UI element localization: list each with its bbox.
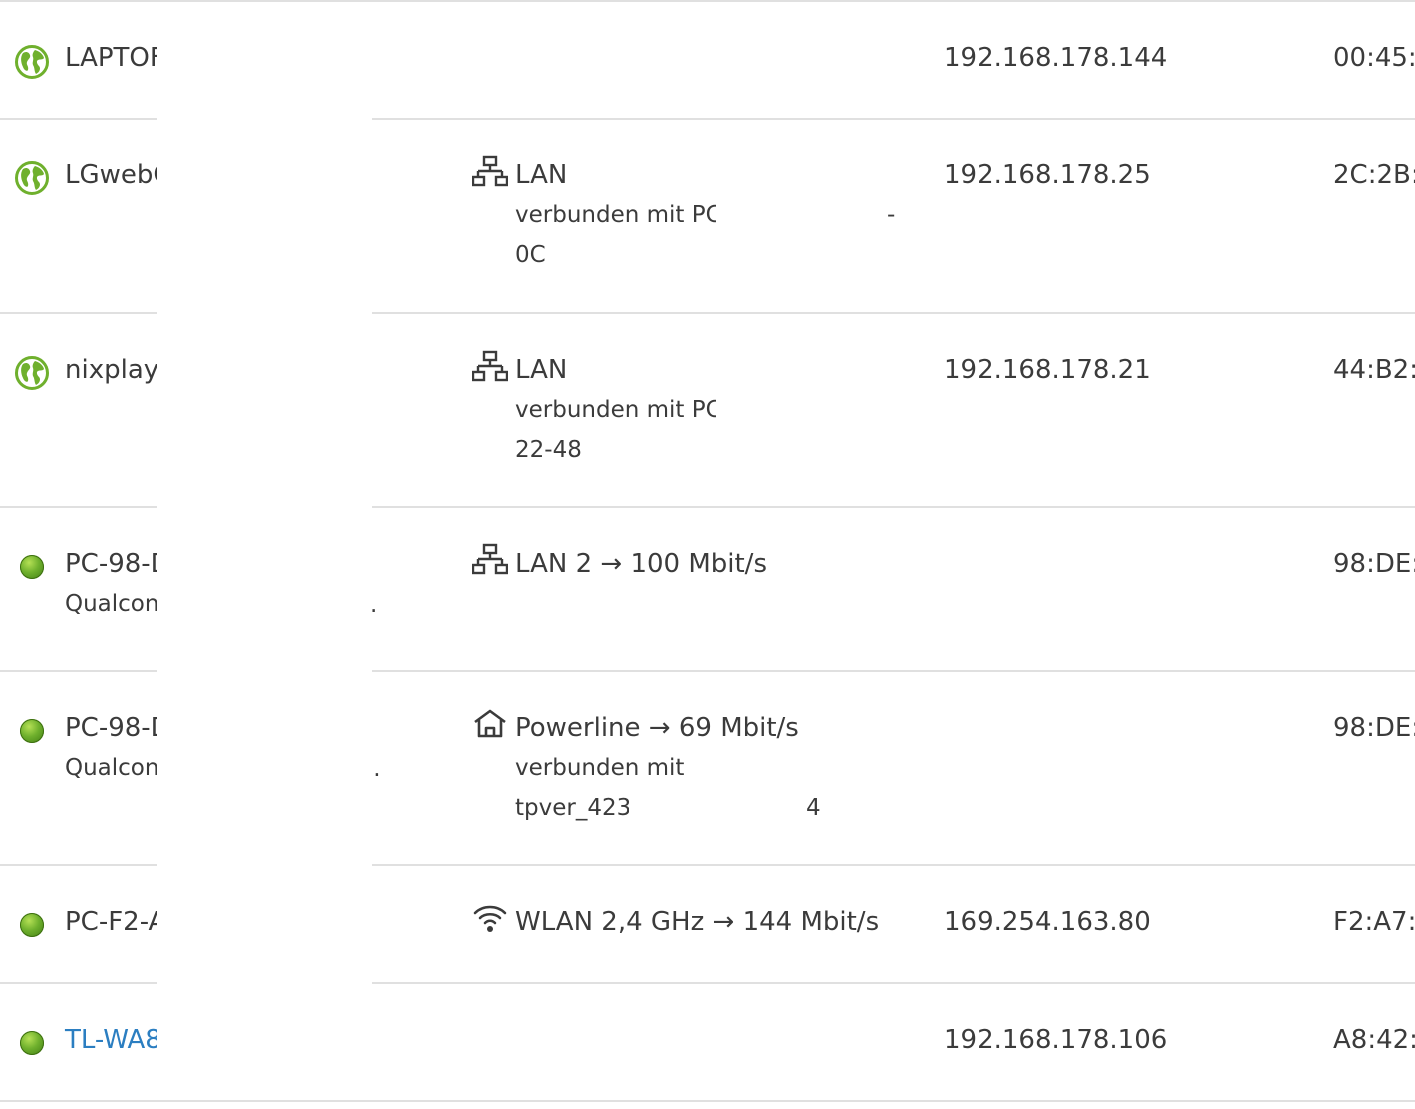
mac-address: F2:A7:3: [1333, 907, 1415, 937]
globe-icon: [15, 161, 49, 195]
ip-address: 192.168.178.144: [944, 43, 1168, 73]
connected-with-line3: tpver_423: [515, 795, 632, 821]
online-status-dot: [20, 719, 44, 743]
connection-type: LAN 2 → 100 Mbit/s: [515, 549, 767, 579]
connection-type: WLAN 2,4 GHz → 144 Mbit/s: [515, 907, 880, 937]
mac-address: 2C:2B:: [1333, 160, 1415, 190]
mac-address: A8:42:A: [1333, 1025, 1415, 1055]
redaction-overlay: [716, 190, 888, 238]
globe-icon: [15, 45, 49, 79]
device-name[interactable]: PC-98-D: [65, 713, 171, 743]
mac-address: 00:45:E: [1333, 43, 1415, 73]
wifi-icon: [473, 905, 507, 932]
device-vendor: Qualcon: [65, 591, 160, 617]
connected-with: verbunden mit PC: [515, 202, 722, 228]
powerline-home-icon: [474, 709, 506, 738]
connection-type: LAN: [515, 160, 568, 190]
device-name[interactable]: PC-98-D: [65, 549, 171, 579]
connection-type: Powerline → 69 Mbit/s: [515, 713, 799, 743]
lan-network-icon: [472, 350, 508, 382]
redaction-overlay: [157, 3, 372, 1100]
connected-with: verbunden mit PC: [515, 397, 722, 423]
online-status-dot: [20, 1031, 44, 1055]
redaction-overlay: [716, 385, 916, 433]
device-name[interactable]: LAPTOF: [65, 43, 165, 73]
ip-address: 192.168.178.21: [944, 355, 1151, 385]
ip-address: 192.168.178.106: [944, 1025, 1168, 1055]
lan-network-icon: [472, 155, 508, 187]
mac-address: 44:B2:9: [1333, 355, 1415, 385]
ip-address: 169.254.163.80: [944, 907, 1151, 937]
connection-type: LAN: [515, 355, 568, 385]
mac-address: 98:DE:: [1333, 549, 1415, 579]
connected-with-line3: 0C: [515, 242, 546, 268]
connected-with-line3: 22-48: [515, 437, 582, 463]
connected-with-line3-tail: 4: [806, 795, 821, 821]
device-vendor: Qualcon: [65, 755, 160, 781]
device-name[interactable]: LGwebC: [65, 160, 172, 190]
globe-icon: [15, 356, 49, 390]
online-status-dot: [20, 913, 44, 937]
device-table: LAPTOF 192.168.178.144 00:45:E LGwebC LA…: [0, 0, 1415, 1109]
connected-with-tail: -: [887, 202, 896, 228]
mac-address: 98:DE:: [1333, 713, 1415, 743]
device-name-link[interactable]: TL-WA8: [65, 1025, 162, 1055]
lan-network-icon: [472, 543, 508, 575]
device-name[interactable]: nixplay: [65, 355, 159, 385]
redaction-overlay: [629, 781, 805, 829]
device-name[interactable]: PC-F2-A: [65, 907, 166, 937]
ip-address: 192.168.178.25: [944, 160, 1151, 190]
online-status-dot: [20, 555, 44, 579]
connected-with: verbunden mit: [515, 755, 685, 781]
